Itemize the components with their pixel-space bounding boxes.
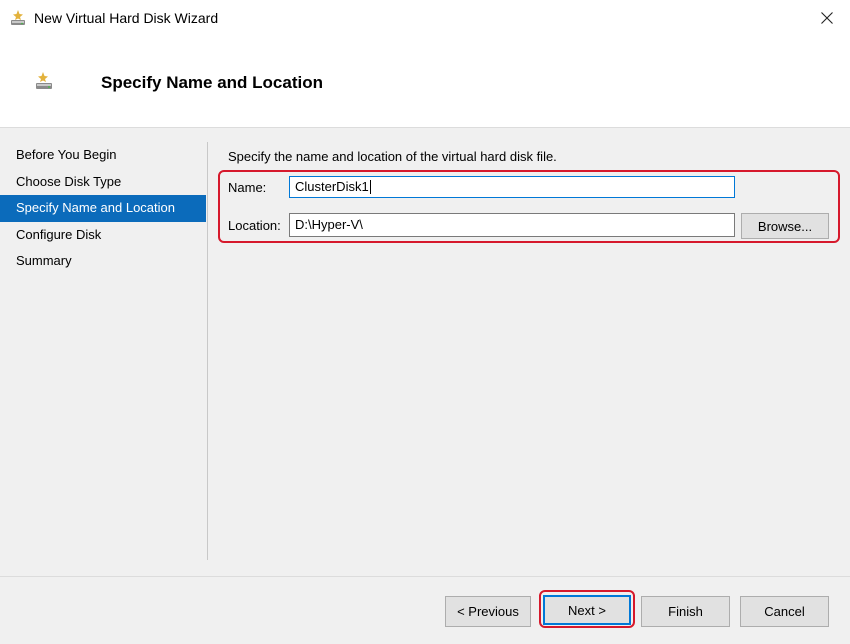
location-field[interactable]: D:\Hyper-V\ xyxy=(289,213,735,237)
window-title: New Virtual Hard Disk Wizard xyxy=(34,10,219,26)
nav-item-configure-disk[interactable]: Configure Disk xyxy=(0,222,206,249)
name-field-value: ClusterDisk1 xyxy=(295,179,369,194)
location-label: Location: xyxy=(228,218,281,233)
footer-divider xyxy=(0,576,850,577)
wizard-steps-nav: Before You Begin Choose Disk Type Specif… xyxy=(0,142,208,275)
nav-item-summary[interactable]: Summary xyxy=(0,248,206,275)
wizard-header: Specify Name and Location xyxy=(0,38,850,128)
nav-item-before-you-begin[interactable]: Before You Begin xyxy=(0,142,206,169)
nav-divider xyxy=(207,142,208,560)
name-label: Name: xyxy=(228,180,267,195)
disk-wizard-icon xyxy=(9,9,27,27)
text-caret xyxy=(369,180,371,194)
cancel-button[interactable]: Cancel xyxy=(740,596,829,627)
browse-button[interactable]: Browse... xyxy=(741,213,829,239)
finish-button[interactable]: Finish xyxy=(641,596,730,627)
step-description: Specify the name and location of the vir… xyxy=(228,149,557,164)
name-field[interactable]: ClusterDisk1 xyxy=(289,176,735,198)
previous-button[interactable]: < Previous xyxy=(445,596,531,627)
title-bar: New Virtual Hard Disk Wizard xyxy=(0,0,850,38)
nav-item-specify-name-and-location[interactable]: Specify Name and Location xyxy=(0,195,206,222)
page-title: Specify Name and Location xyxy=(101,73,323,92)
next-button[interactable]: Next > xyxy=(543,595,631,625)
location-field-value: D:\Hyper-V\ xyxy=(295,217,363,232)
nav-item-choose-disk-type[interactable]: Choose Disk Type xyxy=(0,169,206,196)
new-disk-icon xyxy=(34,71,54,91)
close-icon xyxy=(821,11,833,27)
close-button[interactable] xyxy=(804,0,850,38)
